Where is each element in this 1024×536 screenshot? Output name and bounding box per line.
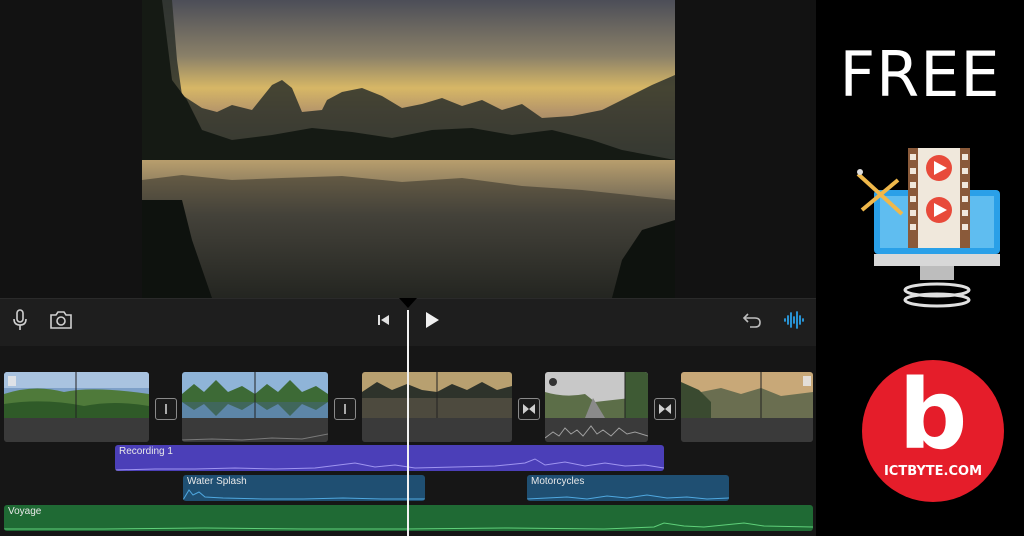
audio-track-recording[interactable]: Recording 1 (115, 445, 664, 471)
video-preview[interactable] (142, 0, 675, 298)
play-icon[interactable] (419, 307, 445, 333)
video-clip[interactable] (362, 372, 512, 442)
audio-track-label: Motorcycles (531, 476, 585, 487)
preview-viewer (0, 0, 816, 298)
microphone-icon[interactable] (7, 307, 33, 333)
playhead-line[interactable] (407, 310, 409, 536)
video-editor: Recording 1 Water Splash Motorcycles Voy… (0, 0, 816, 536)
audio-track-label: Recording 1 (119, 446, 173, 457)
video-clip[interactable] (681, 372, 813, 442)
video-clip[interactable] (545, 372, 648, 442)
audio-track-label: Voyage (8, 506, 42, 517)
audio-track-motorcycles[interactable]: Motorcycles (527, 475, 729, 501)
audio-track-label: Water Splash (187, 476, 247, 487)
camera-icon[interactable] (48, 307, 74, 333)
skip-to-start-icon[interactable] (371, 307, 397, 333)
free-headline: FREE (839, 38, 1001, 111)
logo-letter: b (898, 359, 968, 471)
transition-crossfade-icon[interactable] (518, 398, 540, 420)
ictbyte-logo: b ICTBYTE.COM (862, 360, 1004, 502)
audio-track-water-splash[interactable]: Water Splash (183, 475, 425, 501)
audio-waveform-icon[interactable] (781, 307, 807, 333)
transition-none-icon[interactable] (155, 398, 177, 420)
video-editor-monitor-icon (856, 140, 1006, 310)
branding-panel: FREE b ICTBYTE.COM (816, 0, 1024, 536)
undo-icon[interactable] (739, 307, 765, 333)
video-clip[interactable] (182, 372, 328, 442)
transition-none-icon[interactable] (334, 398, 356, 420)
video-clip[interactable] (4, 372, 149, 442)
playhead-marker[interactable] (399, 298, 417, 308)
transition-crossfade-icon[interactable] (654, 398, 676, 420)
logo-site-name: ICTBYTE.COM (883, 464, 983, 479)
